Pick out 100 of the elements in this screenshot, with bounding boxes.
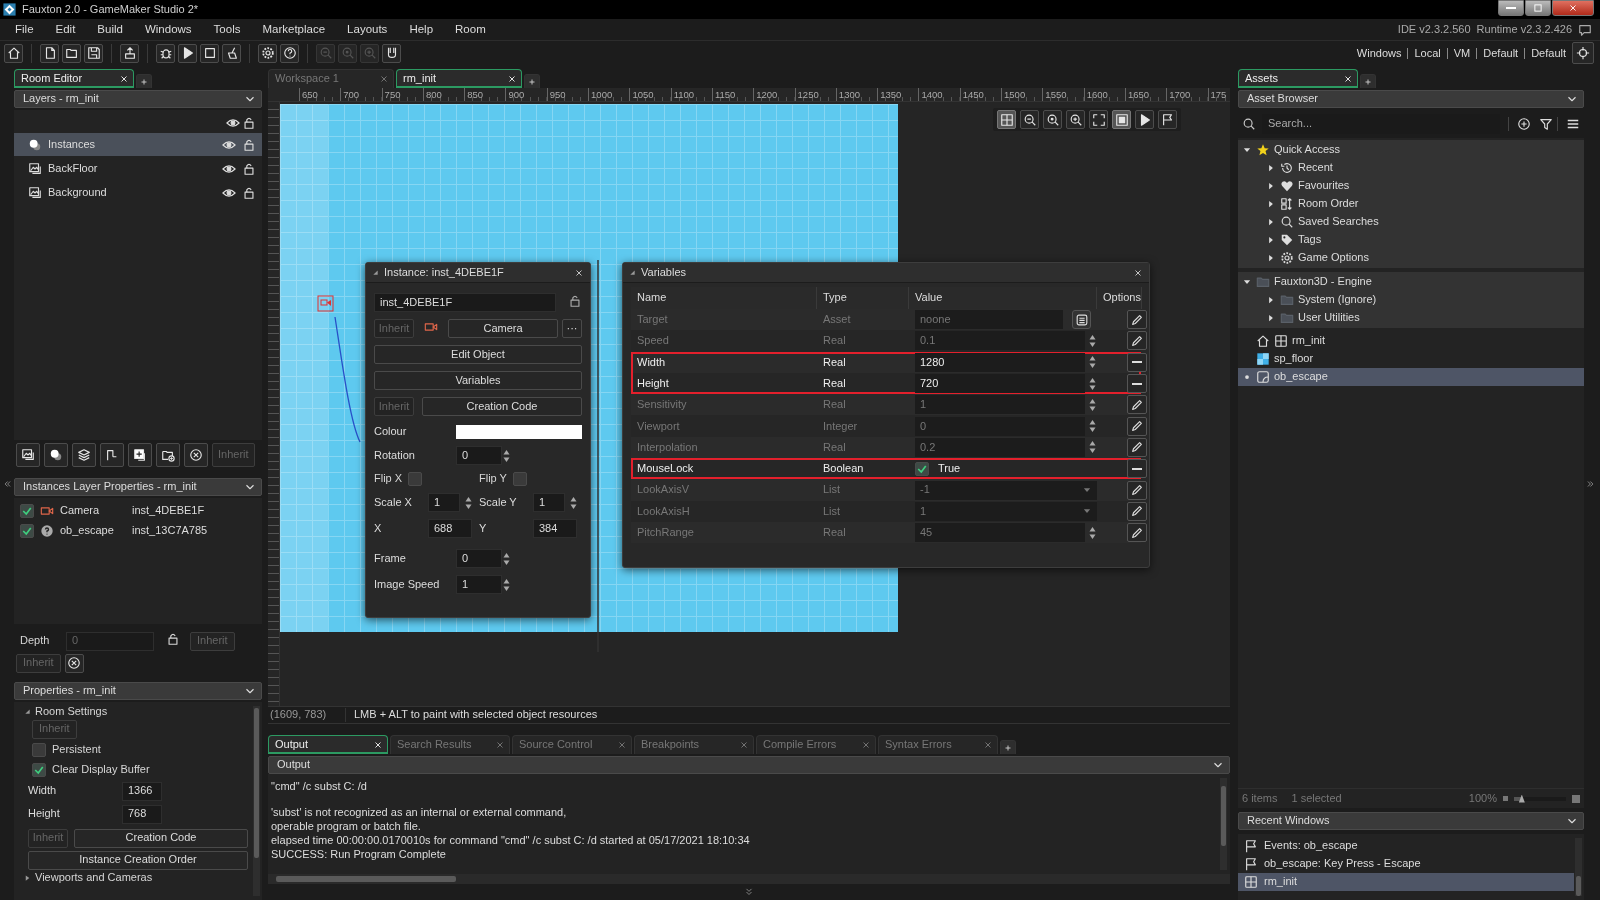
menu-item[interactable]: Help [398, 22, 445, 37]
panel-header[interactable]: Asset Browser [1238, 90, 1584, 108]
tree-item[interactable]: Tags [1238, 231, 1584, 249]
edit-button[interactable] [1127, 437, 1147, 457]
menu-item[interactable]: File [4, 22, 45, 37]
target-option[interactable]: Windows [1350, 47, 1408, 59]
add-tab-button[interactable] [1000, 740, 1016, 754]
edit-button[interactable] [1127, 523, 1147, 543]
value-field[interactable]: 1 [915, 395, 1085, 415]
panel-header[interactable]: Output [268, 756, 1230, 774]
more-button[interactable]: ··· [562, 319, 582, 338]
close-button[interactable] [574, 267, 584, 278]
value-field[interactable]: 0.2 [915, 437, 1085, 457]
toolbar-button[interactable] [200, 43, 219, 63]
text-field[interactable]: 1 [533, 493, 565, 512]
window-titlebar[interactable]: Variables [623, 263, 1149, 283]
text-field[interactable]: 1 [456, 575, 502, 594]
target-option[interactable]: VM [1446, 47, 1477, 59]
tree-item[interactable]: ob_escape [1238, 368, 1584, 386]
asset-picker-button[interactable] [1072, 310, 1091, 330]
layer-tool-button[interactable] [128, 443, 152, 467]
view-button[interactable] [1158, 110, 1177, 129]
tab[interactable]: Output [268, 735, 388, 754]
remove-button[interactable] [1127, 374, 1147, 394]
toolbar-button[interactable] [62, 43, 81, 63]
toolbar-button[interactable] [40, 43, 59, 63]
edit-button[interactable] [1127, 480, 1147, 500]
toolbar-button[interactable] [382, 43, 401, 63]
value-field[interactable]: 1280 [915, 352, 1085, 372]
view-button[interactable] [1089, 110, 1108, 129]
checkbox[interactable] [408, 472, 422, 486]
tree-item[interactable]: Quick Access [1238, 141, 1584, 159]
scrollbar[interactable] [268, 874, 1230, 884]
menu-item[interactable]: Build [86, 22, 134, 37]
checkbox[interactable] [20, 524, 34, 538]
window-titlebar[interactable]: Instance: inst_4DEBE1F [366, 263, 590, 283]
value-field[interactable]: 0.1 [915, 331, 1085, 351]
menu-item[interactable]: Room [444, 22, 497, 37]
checkbox[interactable] [32, 742, 46, 757]
checkbox[interactable] [32, 763, 46, 777]
button[interactable]: Creation Code [74, 828, 248, 848]
view-button[interactable] [1135, 110, 1154, 129]
recent-window-item[interactable]: rm_init [1238, 873, 1574, 891]
value-field[interactable]: 45 [915, 523, 1085, 543]
layer-tool-button[interactable] [100, 443, 124, 467]
remove-button[interactable] [1127, 459, 1147, 479]
tree-item[interactable]: Game Options [1238, 249, 1584, 267]
tree-item[interactable]: System (Ignore) [1238, 291, 1584, 309]
value-field[interactable]: noone [915, 310, 1063, 330]
tab[interactable]: rm_init [396, 69, 522, 88]
menu-item[interactable]: Edit [44, 22, 87, 37]
panel-header[interactable]: Layers - rm_init [14, 90, 262, 108]
value-field[interactable]: 720 [915, 374, 1085, 394]
zoom-slider[interactable] [1514, 796, 1566, 801]
tab[interactable]: Room Editor [14, 69, 134, 88]
text-field[interactable]: 0 [456, 446, 502, 465]
edit-button[interactable] [1127, 501, 1147, 521]
add-tab-button[interactable] [1360, 74, 1376, 88]
button[interactable]: Camera [448, 319, 558, 338]
text-field[interactable]: 688 [428, 519, 472, 538]
scrollbar[interactable] [1575, 838, 1582, 896]
tree-item[interactable]: rm_init [1238, 332, 1584, 350]
menu-item[interactable]: Tools [202, 22, 252, 37]
target-button[interactable] [1572, 42, 1594, 64]
view-button[interactable] [1066, 110, 1085, 129]
button[interactable]: Variables [374, 371, 582, 390]
panel-header[interactable]: Recent Windows [1238, 812, 1584, 830]
layer-tool-button[interactable] [72, 443, 96, 467]
target-option[interactable]: Local [1407, 47, 1447, 59]
menu-item[interactable]: Layouts [336, 22, 399, 37]
layer-item[interactable]: Instances [14, 133, 262, 156]
view-button[interactable] [1112, 110, 1131, 129]
edit-button[interactable] [1127, 331, 1147, 351]
toolbar-button[interactable] [4, 43, 23, 63]
text-field[interactable]: inst_4DEBE1F [374, 293, 556, 312]
layer-tool-button[interactable] [44, 443, 68, 467]
scrollbar[interactable] [253, 706, 260, 896]
remove-button[interactable] [64, 653, 84, 673]
tree-item[interactable]: sp_floor [1238, 350, 1584, 368]
panel-header[interactable]: Properties - rm_init [14, 682, 262, 700]
layer-tool-button[interactable] [184, 443, 208, 467]
text-field[interactable]: 1 [428, 493, 460, 512]
layer-tool-button[interactable] [156, 443, 180, 467]
edit-button[interactable] [1127, 310, 1147, 330]
value-field[interactable]: 0 [915, 416, 1085, 436]
button[interactable]: Edit Object [374, 345, 582, 364]
value-dropdown[interactable]: 1 [915, 501, 1097, 521]
button[interactable]: Instance Creation Order [28, 850, 248, 870]
target-option[interactable]: Default [1476, 47, 1525, 59]
add-tab-button[interactable] [136, 74, 152, 88]
edit-button[interactable] [1127, 416, 1147, 436]
button[interactable]: Creation Code [422, 397, 582, 416]
menu-item[interactable]: Marketplace [251, 22, 337, 37]
text-field[interactable]: 768 [122, 804, 162, 824]
view-button[interactable] [1020, 110, 1039, 129]
recent-window-item[interactable]: Events: ob_escape [1238, 837, 1574, 855]
text-field[interactable]: 0 [456, 549, 502, 568]
camera-marker[interactable] [317, 295, 334, 312]
tree-item[interactable]: Favourites [1238, 177, 1584, 195]
tree-item[interactable]: Recent [1238, 159, 1584, 177]
